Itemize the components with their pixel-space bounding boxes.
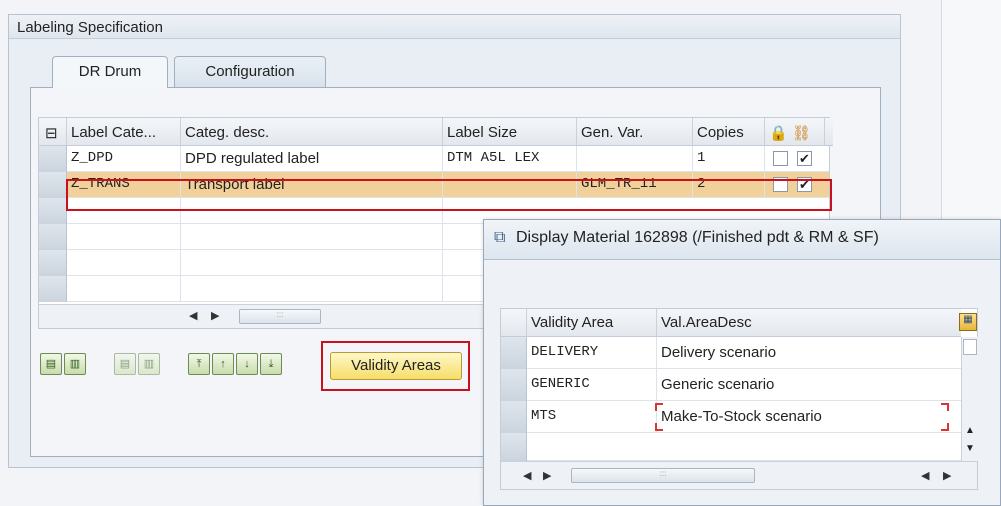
checkbox-1[interactable]	[773, 151, 788, 166]
checkbox-2[interactable]: ✔	[797, 151, 812, 166]
cell-copies: 1	[693, 146, 765, 172]
scroll-right-icon[interactable]: ▶	[943, 469, 951, 482]
horizontal-scrollbar[interactable]: ◀ ▶ ::: ◀ ▶	[501, 461, 977, 489]
dialog-title-bar[interactable]: ⧉ Display Material 162898 (/Finished pdt …	[484, 220, 1000, 260]
cell-category: Z_TRANS	[67, 172, 181, 198]
focus-corner	[655, 423, 663, 431]
cell-description: Transport label	[181, 172, 443, 198]
validity-area-table: Validity Area Val.AreaDesc ▦ DELIVERY De…	[500, 308, 978, 490]
table-row[interactable]: DELIVERY Delivery scenario	[501, 337, 961, 369]
table-row[interactable]: GENERIC Generic scenario	[501, 369, 961, 401]
select-all-column[interactable]	[501, 309, 527, 337]
move-top-button[interactable]: ⤒	[188, 353, 210, 375]
row-selector[interactable]	[39, 146, 67, 172]
column-layout-icon[interactable]: ▦	[959, 313, 977, 331]
dialog-title: Display Material 162898 (/Finished pdt &…	[516, 229, 879, 246]
display-button[interactable]: ▥	[64, 353, 86, 375]
row-selector[interactable]	[39, 172, 67, 198]
table-row-selected[interactable]: Z_TRANS Transport label GLM_TR_11 2 ✔	[39, 172, 829, 198]
row-selector[interactable]	[39, 198, 67, 224]
row-selector[interactable]	[39, 276, 67, 302]
scroll-left-icon[interactable]: ◀	[523, 469, 531, 482]
cell-label-size	[443, 172, 577, 198]
scroll-up-icon[interactable]: ▲	[965, 425, 975, 436]
checkbox-2[interactable]: ✔	[797, 177, 812, 192]
validity-areas-button[interactable]: Validity Areas	[330, 352, 462, 380]
focus-corner	[941, 403, 949, 411]
column-header-copies[interactable]: Copies	[693, 118, 765, 146]
move-bottom-button[interactable]: ⤓	[260, 353, 282, 375]
cell-label-size: DTM A5L LEX	[443, 146, 577, 172]
cell-validity-area: MTS	[527, 401, 657, 433]
dialog-window-icon: ⧉	[494, 229, 506, 246]
group-title: Labeling Specification	[9, 15, 900, 39]
column-header-category[interactable]: Label Cate...	[67, 118, 181, 146]
scroll-right-icon[interactable]: ▶	[211, 309, 219, 322]
column-header-validity-area[interactable]: Validity Area	[527, 309, 657, 337]
move-down-button[interactable]: ↓	[236, 353, 258, 375]
cell-gen-var: GLM_TR_11	[577, 172, 693, 198]
details-button[interactable]: ▤	[40, 353, 62, 375]
row-selector[interactable]	[39, 250, 67, 276]
column-header-label-size[interactable]: Label Size	[443, 118, 577, 146]
cell-description: DPD regulated label	[181, 146, 443, 172]
row-selector[interactable]	[501, 369, 527, 401]
lock-icon: 🔒	[769, 125, 788, 142]
cell-validity-area: GENERIC	[527, 369, 657, 401]
row-selector[interactable]	[501, 401, 527, 433]
scroll-down-icon[interactable]: ▼	[965, 443, 975, 454]
column-header-description[interactable]: Categ. desc.	[181, 118, 443, 146]
cell-area-desc: Delivery scenario	[661, 344, 777, 361]
focus-corner	[941, 423, 949, 431]
scroll-left-icon[interactable]: ◀	[921, 469, 929, 482]
cell-area-desc: Generic scenario	[661, 376, 775, 393]
display-material-dialog: ⧉ Display Material 162898 (/Finished pdt …	[483, 219, 1001, 506]
cell-category: Z_DPD	[67, 146, 181, 172]
row-selector[interactable]	[501, 433, 527, 461]
scroll-thumb[interactable]	[963, 339, 977, 355]
table-settings-icon[interactable]: ⊟	[39, 118, 67, 146]
delete-row-button[interactable]: ▥	[138, 353, 160, 375]
table-row-empty[interactable]	[501, 433, 961, 461]
tab-configuration[interactable]: Configuration	[174, 56, 326, 87]
scroll-left-icon[interactable]: ◀	[189, 309, 197, 322]
row-selector[interactable]	[39, 224, 67, 250]
cell-gen-var	[577, 146, 693, 172]
cell-copies: 2	[693, 172, 765, 198]
column-header-gen-var[interactable]: Gen. Var.	[577, 118, 693, 146]
scroll-right-icon[interactable]: ▶	[543, 469, 551, 482]
table-row[interactable]: MTS Make-To-Stock scenario	[501, 401, 961, 433]
column-header-area-desc[interactable]: Val.AreaDesc	[657, 309, 961, 337]
hierarchy-icon: ⛓	[791, 125, 811, 142]
insert-row-button[interactable]: ▤	[114, 353, 136, 375]
vertical-scrollbar[interactable]: ▲ ▼	[961, 337, 978, 461]
scroll-thumb[interactable]: :::	[239, 309, 321, 324]
move-up-button[interactable]: ↑	[212, 353, 234, 375]
cell-validity-area: DELIVERY	[527, 337, 657, 369]
cell-area-desc: Make-To-Stock scenario	[661, 408, 822, 425]
tab-dr-drum[interactable]: DR Drum	[52, 56, 168, 88]
focus-corner	[655, 403, 663, 411]
scroll-thumb[interactable]: :::	[571, 468, 755, 483]
checkbox-1[interactable]	[773, 177, 788, 192]
row-selector[interactable]	[501, 337, 527, 369]
table-row[interactable]: Z_DPD DPD regulated label DTM A5L LEX 1 …	[39, 146, 829, 172]
